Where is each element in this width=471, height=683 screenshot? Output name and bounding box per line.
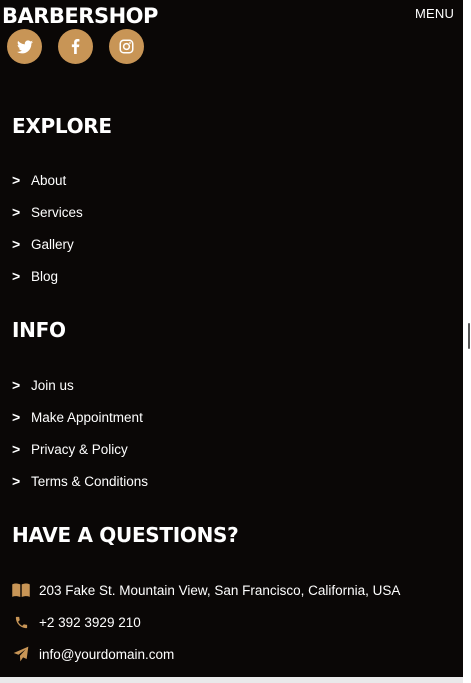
info-links: > Join us > Make Appointment > Privacy &… bbox=[12, 369, 148, 497]
instagram-icon bbox=[119, 39, 134, 54]
book-map-icon bbox=[12, 581, 30, 599]
info-link-join-us[interactable]: > Join us bbox=[12, 369, 148, 401]
brand-logo[interactable]: BARBERSHOP bbox=[2, 4, 158, 28]
twitter-button[interactable] bbox=[7, 29, 42, 64]
explore-link-blog[interactable]: > Blog bbox=[12, 260, 83, 292]
explore-links: > About > Services > Gallery > Blog bbox=[12, 164, 83, 292]
info-link-privacy-policy[interactable]: > Privacy & Policy bbox=[12, 433, 148, 465]
facebook-icon bbox=[71, 39, 80, 54]
scrollbar-thumb[interactable] bbox=[468, 323, 470, 349]
chevron-right-icon: > bbox=[12, 473, 21, 489]
chevron-right-icon: > bbox=[12, 409, 21, 425]
instagram-button[interactable] bbox=[109, 29, 144, 64]
explore-link-gallery[interactable]: > Gallery bbox=[12, 228, 83, 260]
info-heading: INFO bbox=[12, 318, 66, 342]
chevron-right-icon: > bbox=[12, 172, 21, 188]
info-link-make-appointment[interactable]: > Make Appointment bbox=[12, 401, 148, 433]
footer-panel: BARBERSHOP MENU EXPLORE > About > Servic… bbox=[0, 0, 463, 677]
twitter-icon bbox=[16, 39, 33, 54]
facebook-button[interactable] bbox=[58, 29, 93, 64]
contact-heading: HAVE A QUESTIONS? bbox=[12, 523, 239, 547]
chevron-right-icon: > bbox=[12, 377, 21, 393]
paper-plane-icon bbox=[12, 645, 30, 663]
explore-link-about[interactable]: > About bbox=[12, 164, 83, 196]
chevron-right-icon: > bbox=[12, 236, 21, 252]
contact-list: 203 Fake St. Mountain View, San Francisc… bbox=[12, 574, 400, 670]
contact-email[interactable]: info@yourdomain.com bbox=[12, 638, 400, 670]
contact-address: 203 Fake St. Mountain View, San Francisc… bbox=[12, 574, 400, 606]
explore-heading: EXPLORE bbox=[12, 114, 112, 138]
menu-button[interactable]: MENU bbox=[415, 6, 454, 21]
chevron-right-icon: > bbox=[12, 204, 21, 220]
info-link-terms-conditions[interactable]: > Terms & Conditions bbox=[12, 465, 148, 497]
contact-phone[interactable]: +2 392 3929 210 bbox=[12, 606, 400, 638]
phone-icon bbox=[12, 613, 30, 631]
chevron-right-icon: > bbox=[12, 268, 21, 284]
bottom-strip bbox=[0, 677, 463, 683]
chevron-right-icon: > bbox=[12, 441, 21, 457]
social-links bbox=[7, 29, 144, 64]
explore-link-services[interactable]: > Services bbox=[12, 196, 83, 228]
